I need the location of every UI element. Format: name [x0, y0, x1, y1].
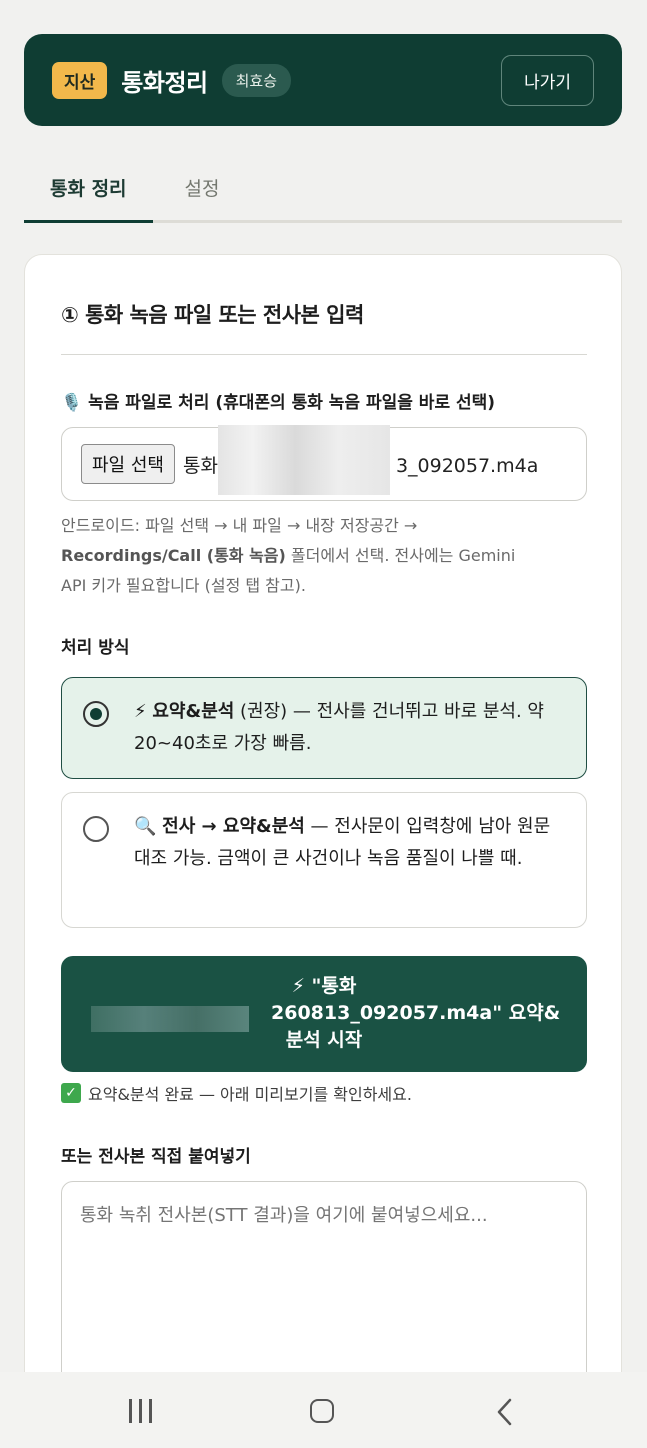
radio-unselected[interactable]: [83, 816, 109, 842]
app-title: 통화정리: [121, 68, 208, 97]
file-name-suffix: 3_092057.m4a: [395, 454, 539, 477]
done-status: ✓ 요약&분석 완료 — 아래 미리보기를 확인하세요.: [61, 1081, 412, 1105]
system-nav-bar: [0, 1372, 647, 1448]
file-input[interactable]: 파일 선택 통화 3_092057.m4a: [61, 424, 587, 501]
org-badge: 지산: [52, 61, 108, 99]
file-upload-label: 🎙️ 녹음 파일로 처리 (휴대폰의 통화 녹음 파일을 바로 선택): [61, 393, 496, 413]
magnifier-icon: 🔍: [134, 816, 157, 837]
exit-button[interactable]: 나가기: [501, 54, 594, 106]
help-text: 안드로이드: 파일 선택 → 내 파일 → 내장 저장공간 → Recordin…: [61, 516, 516, 595]
file-select-button[interactable]: 파일 선택: [81, 444, 175, 484]
section-title: ① 통화 녹음 파일 또는 전사본 입력: [61, 303, 364, 327]
option-transcribe-then-analyze[interactable]: 🔍 전사 → 요약&분석 — 전사문이 입력창에 남아 원문 대조 가능. 금액…: [61, 792, 587, 928]
lightning-icon: ⚡: [134, 701, 147, 722]
redacted-region: [91, 1006, 249, 1032]
start-analysis-button[interactable]: ⚡ "통화 260813_092057.m4a" 요약& 분석 시작: [61, 956, 587, 1072]
checkmark-icon: ✓: [61, 1083, 81, 1103]
method-label: 처리 방식: [61, 638, 130, 658]
user-badge: 최효승: [221, 63, 292, 97]
back-icon[interactable]: [492, 1397, 520, 1427]
redacted-region: [217, 424, 390, 495]
radio-selected[interactable]: [83, 701, 109, 727]
tab-settings[interactable]: 설정: [153, 150, 246, 220]
paste-label: 또는 전사본 직접 붙여넣기: [61, 1147, 251, 1167]
file-name-prefix: 통화: [182, 454, 218, 477]
recents-icon[interactable]: [129, 1399, 155, 1423]
tab-call-summary[interactable]: 통화 정리: [24, 150, 153, 223]
divider: [61, 354, 587, 355]
selected-file-name: 통화 3_092057.m4a: [182, 424, 539, 495]
option-summary-analysis[interactable]: ⚡ 요약&분석 (권장) — 전사를 건너뛰고 바로 분석. 약 20~40초로…: [61, 677, 587, 779]
app-header: 지산 통화정리 최효승 나가기: [24, 34, 622, 126]
input-card: ① 통화 녹음 파일 또는 전사본 입력 🎙️ 녹음 파일로 처리 (휴대폰의 …: [24, 254, 622, 1448]
home-icon[interactable]: [310, 1399, 334, 1423]
tab-bar: 통화 정리 설정: [24, 150, 622, 223]
